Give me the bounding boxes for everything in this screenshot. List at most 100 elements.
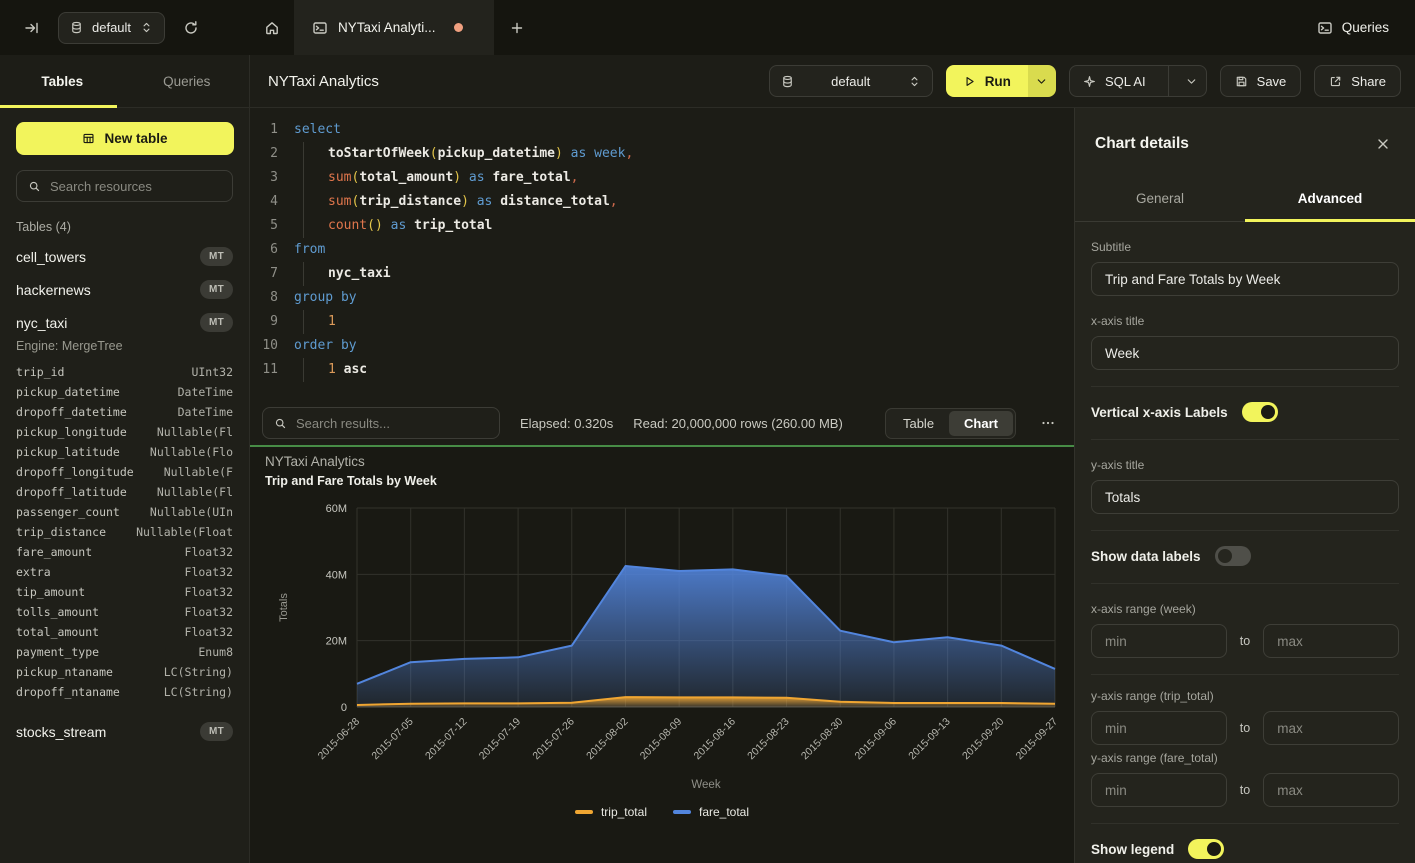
sidebar-tab-tables[interactable]: Tables [0,55,125,107]
code-line[interactable]: 2toStartOfWeek(pickup_datetime) as week, [250,142,1074,166]
sql-ai-button-label: SQL AI [1105,74,1146,89]
sql-ai-button[interactable]: SQL AI [1070,74,1159,89]
elapsed-time: Elapsed: 0.320s [520,416,613,431]
yaxis-range-fare-min-input[interactable] [1091,773,1227,807]
close-panel-button[interactable] [1371,132,1395,156]
column-row[interactable]: passenger_countNullable(UIn [0,502,249,522]
new-table-button[interactable]: New table [16,122,234,155]
vertical-xaxis-labels-toggle[interactable] [1242,402,1278,422]
tab-nytaxi-analytics[interactable]: NYTaxi Analyti... [294,0,494,55]
yaxis-title-field[interactable] [1091,480,1399,514]
code-line[interactable]: 91 [250,310,1074,334]
tab-general[interactable]: General [1075,176,1245,221]
tab-advanced[interactable]: Advanced [1245,176,1415,221]
column-row[interactable]: dropoff_ntanameLC(String) [0,682,249,702]
run-database-selector[interactable]: default [769,65,933,97]
yaxis-range-fare-max-input[interactable] [1263,773,1399,807]
database-selector-value: default [92,20,131,35]
column-row[interactable]: tolls_amountFloat32 [0,602,249,622]
new-table-button-label: New table [104,131,167,146]
code-line[interactable]: 8group by [250,286,1074,310]
table-row-hackernews[interactable]: hackernews MT [0,273,249,306]
database-selector[interactable]: default [58,12,165,44]
save-button[interactable]: Save [1220,65,1302,97]
table-row-cell-towers[interactable]: cell_towers MT [0,240,249,273]
results-search-input[interactable] [296,416,488,431]
sidebar-tab-queries[interactable]: Queries [125,55,250,107]
column-row[interactable]: tip_amountFloat32 [0,582,249,602]
line-number: 6 [250,238,278,262]
queries-button[interactable]: Queries [1317,20,1389,36]
more-options-button[interactable] [1036,411,1060,435]
column-row[interactable]: pickup_latitudeNullable(Flo [0,442,249,462]
legend-label: trip_total [601,805,647,819]
subtitle-field-label: Subtitle [1091,240,1399,254]
refresh-button[interactable] [179,16,203,40]
column-row[interactable]: dropoff_datetimeDateTime [0,402,249,422]
run-options-button[interactable] [1028,65,1056,97]
unsaved-indicator-dot [454,23,463,32]
chart-details-tabs: General Advanced [1075,176,1415,222]
run-button[interactable]: Run [946,65,1028,97]
subtitle-field[interactable] [1091,262,1399,296]
column-row[interactable]: dropoff_longitudeNullable(F [0,462,249,482]
view-toggle-chart[interactable]: Chart [949,411,1013,436]
plus-icon [509,20,525,36]
column-row[interactable]: trip_idUInt32 [0,362,249,382]
column-row[interactable]: fare_amountFloat32 [0,542,249,562]
table-row-nyc-taxi[interactable]: nyc_taxi MT [0,306,249,339]
view-toggle-table[interactable]: Table [888,411,949,436]
svg-text:Totals: Totals [278,593,290,622]
code-line[interactable]: 7nyc_taxi [250,262,1074,286]
xaxis-range-min-input[interactable] [1091,624,1227,658]
xaxis-title-field[interactable] [1091,336,1399,370]
yaxis-range-trip-max-input[interactable] [1263,711,1399,745]
chart-subtitle: Trip and Fare Totals by Week [265,474,437,488]
collapse-sidebar-button[interactable] [20,16,44,40]
home-button[interactable] [250,0,294,55]
sql-ai-options-button[interactable] [1178,75,1206,88]
svg-text:2015-07-12: 2015-07-12 [423,716,470,763]
arrow-to-line-icon [24,20,40,36]
chart-view: 020M40M60MTotals2015-06-282015-07-052015… [250,445,1074,863]
line-number: 2 [250,142,278,166]
line-number: 5 [250,214,278,238]
resource-search-input[interactable] [50,179,226,194]
code-line[interactable]: 6from [250,238,1074,262]
code-line[interactable]: 4sum(trip_distance) as distance_total, [250,190,1074,214]
yaxis-range-trip-min-input[interactable] [1091,711,1227,745]
code-line[interactable]: 1select [250,118,1074,142]
code-line[interactable]: 5count() as trip_total [250,214,1074,238]
column-row[interactable]: total_amountFloat32 [0,622,249,642]
sql-editor[interactable]: 1select2toStartOfWeek(pickup_datetime) a… [250,108,1074,400]
new-tab-button[interactable] [494,0,540,55]
column-row[interactable]: extraFloat32 [0,562,249,582]
results-chart[interactable]: 020M40M60MTotals2015-06-282015-07-052015… [250,447,1074,863]
code-line[interactable]: 3sum(total_amount) as fare_total, [250,166,1074,190]
column-row[interactable]: pickup_ntanameLC(String) [0,662,249,682]
chevron-updown-icon [908,75,921,88]
table-row-stocks-stream[interactable]: stocks_stream MT [0,715,249,748]
svg-text:2015-09-27: 2015-09-27 [1014,716,1061,763]
svg-text:2015-08-30: 2015-08-30 [799,716,846,763]
show-legend-toggle[interactable] [1188,839,1224,859]
show-data-labels-toggle[interactable] [1215,546,1251,566]
column-row[interactable]: payment_typeEnum8 [0,642,249,662]
column-row[interactable]: dropoff_latitudeNullable(Fl [0,482,249,502]
column-row[interactable]: trip_distanceNullable(Float [0,522,249,542]
column-row[interactable]: pickup_datetimeDateTime [0,382,249,402]
line-number: 9 [250,310,278,334]
line-number: 4 [250,190,278,214]
divider [1091,530,1399,531]
share-button[interactable]: Share [1314,65,1401,97]
code-line[interactable]: 111 asc [250,358,1074,382]
column-row[interactable]: pickup_longitudeNullable(Fl [0,422,249,442]
code-line[interactable]: 10order by [250,334,1074,358]
share-button-label: Share [1351,74,1386,89]
xaxis-range-max-input[interactable] [1263,624,1399,658]
legend-item-fare_total[interactable]: fare_total [673,805,749,819]
legend-item-trip_total[interactable]: trip_total [575,805,647,819]
chart-details-body: Subtitle x-axis title Vertical x-axis La… [1075,240,1415,860]
xaxis-range-row: to [1091,624,1399,658]
play-icon [963,75,976,88]
